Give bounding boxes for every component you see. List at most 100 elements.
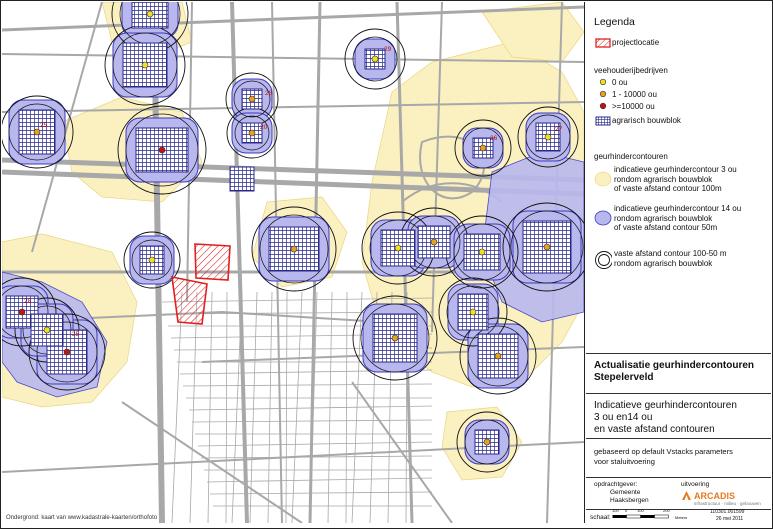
map-copyright: Ondergrond: kaart van www.kadastrale-kaa… (6, 515, 158, 521)
street (225, 291, 228, 523)
scale-tick: 100 (612, 508, 619, 513)
legend-panel: Legenda projectlocatie veehouderijbedrij… (586, 2, 771, 523)
map-subtitle-line3: en vaste afstand contouren (594, 424, 715, 435)
legend-contour-3: indicatieve geurhindercontour 3 ou rondo… (594, 165, 737, 194)
arcadis-tagline: infrastructuur · milieu · gebouwen (694, 501, 761, 506)
street (182, 383, 433, 387)
farm-point (290, 245, 298, 253)
farm-point (391, 334, 399, 342)
legend-block-label: agrarisch bouwblok (612, 116, 681, 125)
street (231, 291, 243, 523)
note-line1: gebaseerd op default Vstacks parameters (594, 447, 733, 456)
street (171, 291, 183, 523)
red-dot-icon (594, 102, 612, 110)
legend-fixed: vaste afstand contour 100-50 m rondom ag… (594, 249, 727, 271)
legend-contour-3-line1: indicatieve geurhindercontour 3 ou (614, 165, 737, 174)
legend-farm-2-label: >=10000 ou (612, 102, 655, 111)
farm-label: 20 (260, 124, 268, 131)
drawing-code: 110301.001599 (710, 509, 745, 515)
street (345, 291, 348, 523)
map-subtitle-line1: Indicatieve geurhindercontouren (594, 400, 737, 411)
scale-bar (612, 514, 669, 519)
client-name1: Gemeente (610, 489, 641, 496)
farm-point (63, 348, 71, 356)
legend-fixed-line2: rondom agrarisch bouwblok (614, 258, 713, 268)
title-block: Actualisatie geurhindercontouren Stepele… (586, 353, 771, 394)
street (285, 291, 288, 523)
legend-farm-1: 1 - 10000 ou (594, 90, 657, 100)
yellow-contour-icon (594, 165, 612, 193)
legend-contour-14-line2: rondom agrarisch bouwblok (614, 213, 713, 223)
farm-point (469, 308, 477, 316)
farm-point (18, 308, 26, 316)
farm-point (483, 438, 491, 446)
legend-contours-heading: geurhindercontouren (594, 152, 668, 161)
farm-point (158, 146, 166, 154)
exec-label: uitvoering (681, 481, 710, 488)
map-sheet: 25 29 28 20 26 27 28 25 Ondergrond: kaart van w… (0, 0, 773, 529)
legend-block: agrarisch bouwblok (594, 116, 681, 126)
farm-point (33, 128, 41, 136)
legend-fixed-line1: vaste afstand contour 100-50 m (614, 249, 727, 258)
street (207, 291, 213, 523)
project-area (194, 243, 231, 281)
farm-label: 29 (384, 46, 392, 53)
farm-point (43, 326, 51, 334)
orange-dot-icon (594, 90, 612, 98)
drawing-date: 26 mei 2011 (716, 516, 744, 522)
double-ring-icon (594, 249, 612, 271)
legend-title: Legenda (594, 16, 635, 28)
map-canvas: 25 29 28 20 26 27 28 25 (2, 2, 584, 523)
scale-ticks: 100 0 100 200 (612, 508, 676, 514)
farm-label: 28 (265, 90, 273, 97)
scale-label: schaal: (590, 514, 611, 521)
farm-point (146, 10, 154, 18)
farm-point (479, 144, 487, 152)
farm-label: 25 (40, 122, 48, 129)
map-panel[interactable]: 25 29 28 20 26 27 28 25 Ondergrond: kaart van w… (2, 2, 585, 523)
blue-contour-icon (594, 204, 612, 232)
road (121, 401, 303, 523)
map-title-line2: Stepelerveld (594, 372, 654, 383)
arcadis-logo: ARCADIS (681, 490, 735, 501)
scale-tick: 200 (663, 508, 670, 513)
farm-label: 27 (555, 126, 563, 133)
farm-point (430, 238, 438, 246)
farm-point (543, 243, 551, 251)
farm-label: 26 (490, 135, 498, 142)
legend-farm-0: 0 ou (594, 78, 628, 88)
legend-project-label: projectlocatie (612, 38, 660, 47)
yellow-dot-icon (594, 78, 612, 86)
farm-point (394, 244, 402, 252)
farm-point (248, 129, 256, 137)
arcadis-logo-icon (682, 491, 691, 500)
legend-project: projectlocatie (594, 38, 659, 48)
legend-contour-14: indicatieve geurhindercontour 14 ou rond… (594, 204, 741, 233)
legend-contour-3-line2: rondom agrarisch bouwblok (614, 174, 713, 184)
grid-block-icon (594, 116, 612, 126)
legend-farms-heading: veehouderijbedrijven (594, 66, 668, 75)
legend-farm-2: >=10000 ou (594, 102, 655, 112)
subtitle-block: Indicatieve geurhindercontouren 3 ou en1… (586, 393, 771, 439)
legend-farm-0-label: 0 ou (612, 78, 628, 87)
scale-tick: 100 (637, 508, 644, 513)
scale-tick: 0 (625, 508, 628, 513)
legend-farm-1-label: 1 - 10000 ou (612, 90, 657, 99)
farm-label: 25 (72, 331, 80, 338)
street (189, 291, 198, 523)
street (206, 477, 433, 483)
map-subtitle-line2: 3 ou en14 ou (594, 412, 653, 423)
farm-point (478, 248, 486, 256)
farm-label: 28 (24, 298, 32, 305)
client-block: opdrachtgever: Gemeente Haaksbergen uitv… (586, 477, 771, 510)
street (291, 291, 303, 523)
legend-contour-3-line3: of vaste afstand contour 100m (614, 184, 722, 193)
scale-unit: Meters (675, 515, 688, 520)
farm-point (141, 61, 149, 69)
farm-point (494, 352, 502, 360)
client-name2: Haaksbergen (610, 497, 649, 504)
scale-block: schaal: 100 0 100 200 Meters 110301.0015… (586, 508, 771, 523)
farm-point (148, 256, 156, 264)
street (267, 291, 273, 523)
note-line2: voor staluitvoering (594, 457, 655, 466)
